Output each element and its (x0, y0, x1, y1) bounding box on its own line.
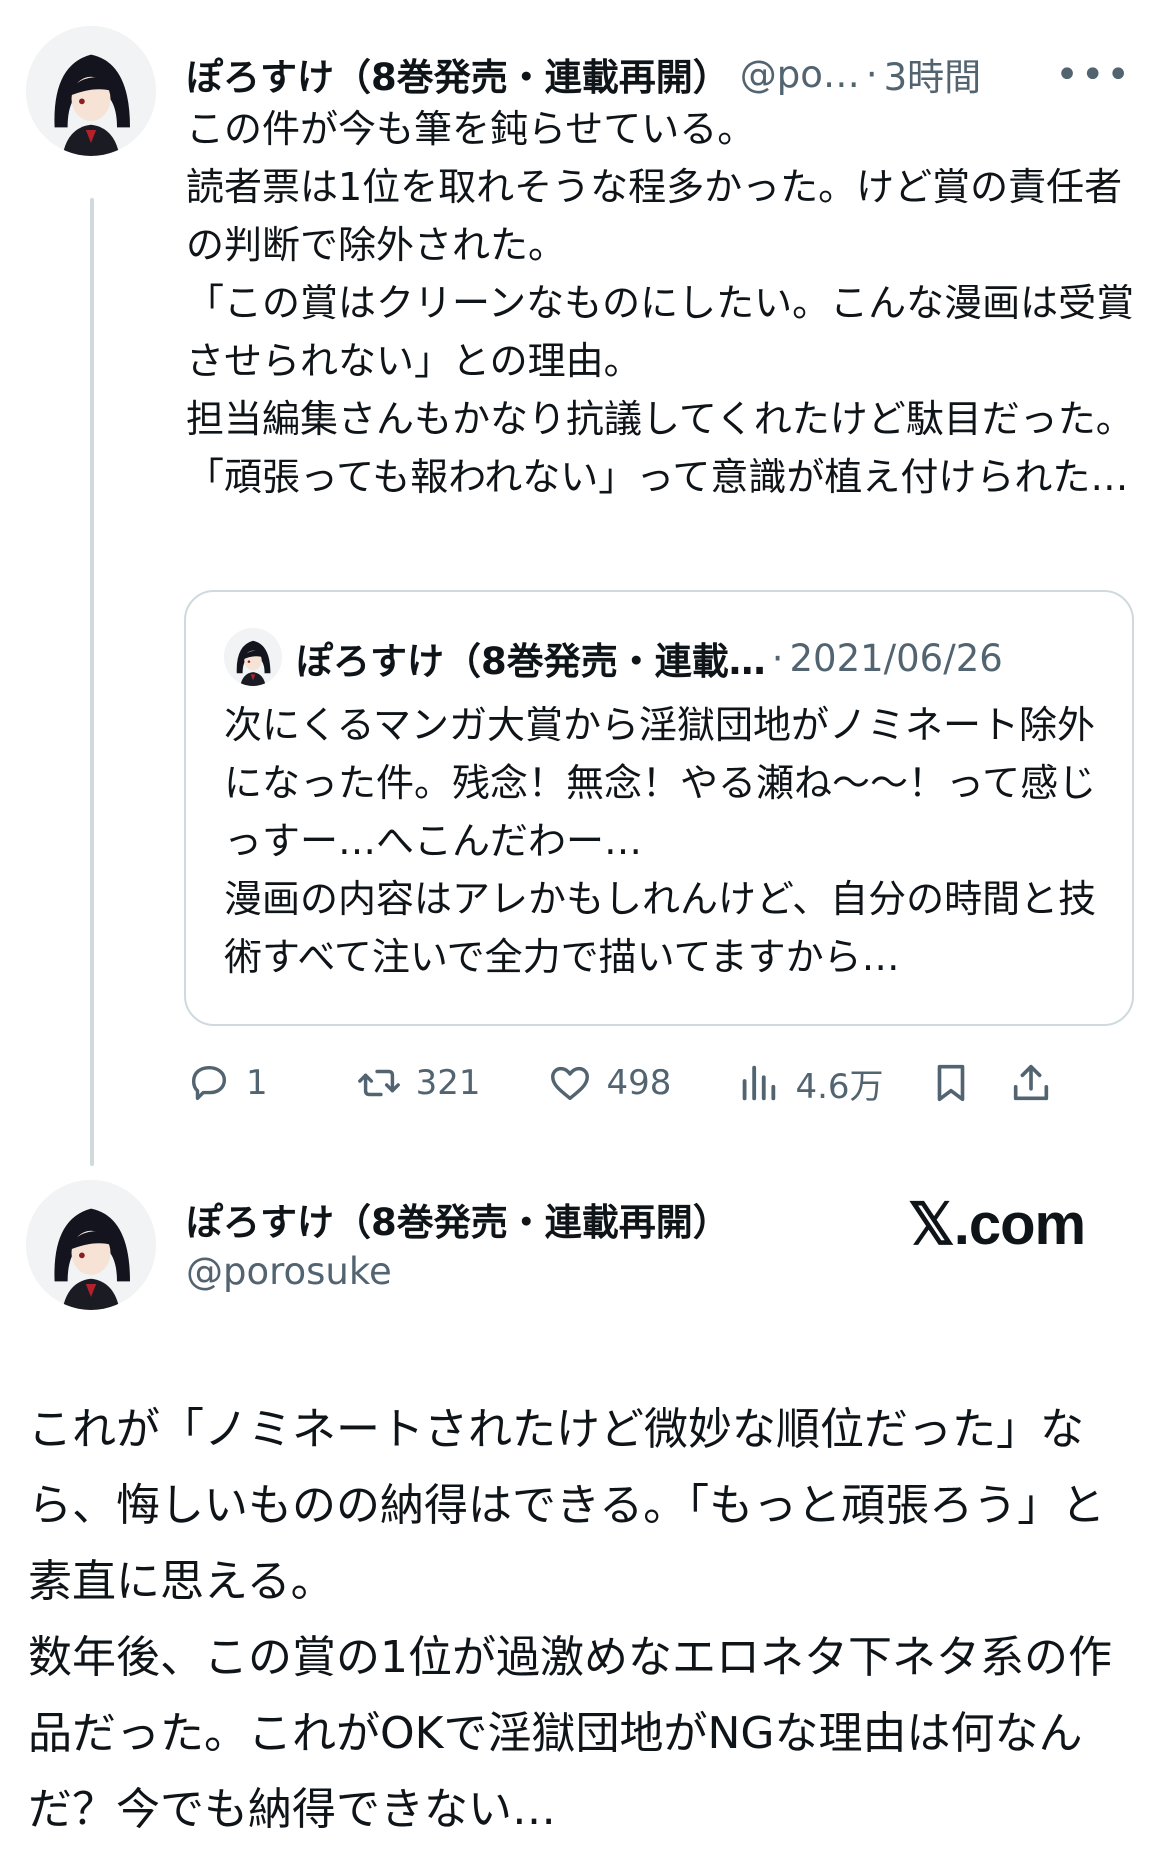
share-icon (1013, 1064, 1048, 1101)
heart-icon (550, 1066, 589, 1101)
x-com-logo: 𝕏.com (908, 1192, 1086, 1257)
retweet-button[interactable]: 321 (356, 1060, 481, 1106)
author-handle[interactable]: @po… (740, 53, 860, 96)
separator-dot: · (771, 636, 784, 680)
tweet-header: ぽろすけ（8巻発売・連載再開） @po… · 3時間 ••• (186, 44, 1136, 104)
views-button[interactable]: 4.6万 (735, 1059, 884, 1108)
quoted-tweet-date: 2021/06/26 (789, 636, 1003, 680)
avatar-illustration (224, 628, 282, 686)
views-count: 4.6万 (795, 1066, 884, 1107)
author-avatar[interactable] (26, 26, 156, 156)
like-count: 498 (606, 1063, 672, 1103)
views-icon (743, 1065, 776, 1101)
quoted-tweet-header: ぽろすけ（8巻発売・連載… · 2021/06/26 (296, 628, 1116, 688)
avatar-illustration (26, 26, 156, 156)
separator-dot: · (865, 52, 878, 96)
tweet-text: これが「ノミネートされたけど微妙な順位だった」なら、悔しいものの納得はできる。「… (28, 1404, 1112, 1835)
quoted-author-name: ぽろすけ（8巻発売・連載… (296, 640, 766, 683)
thread-connector-line (90, 198, 94, 1166)
quoted-tweet-card[interactable]: ぽろすけ（8巻発売・連載… · 2021/06/26 次にくるマンガ大賞から淫獄… (184, 590, 1134, 1026)
bookmark-button[interactable] (928, 1060, 974, 1106)
quoted-tweet-text: 次にくるマンガ大賞から淫獄団地がノミネート除外になった件。残念！無念！やる瀬ね〜… (224, 703, 1097, 979)
reply-icon (191, 1065, 227, 1101)
share-button[interactable] (1008, 1060, 1054, 1106)
tweet-action-bar: 1 321 498 4.6万 (186, 1048, 1136, 1118)
reply-count: 1 (246, 1063, 268, 1103)
retweet-icon (357, 1069, 400, 1097)
more-horizontal-icon[interactable]: ••• (1055, 52, 1132, 98)
reply-button[interactable]: 1 (186, 1060, 268, 1106)
tweet-text: この件が今も筆を鈍らせている。 読者票は1位を取れそうな程多かった。けど賞の責任… (186, 107, 1135, 499)
author-avatar[interactable] (26, 1180, 156, 1310)
tweet-time[interactable]: 3時間 (884, 47, 982, 101)
avatar-illustration (26, 1180, 156, 1310)
bookmark-icon (937, 1064, 964, 1102)
like-button[interactable]: 498 (547, 1060, 672, 1106)
retweet-count: 321 (415, 1063, 481, 1103)
author-name[interactable]: ぽろすけ（8巻発売・連載再開） (186, 1192, 730, 1246)
author-handle[interactable]: @porosuke (186, 1250, 392, 1293)
author-name[interactable]: ぽろすけ（8巻発売・連載再開） (186, 47, 730, 101)
quoted-author-avatar (224, 628, 282, 686)
